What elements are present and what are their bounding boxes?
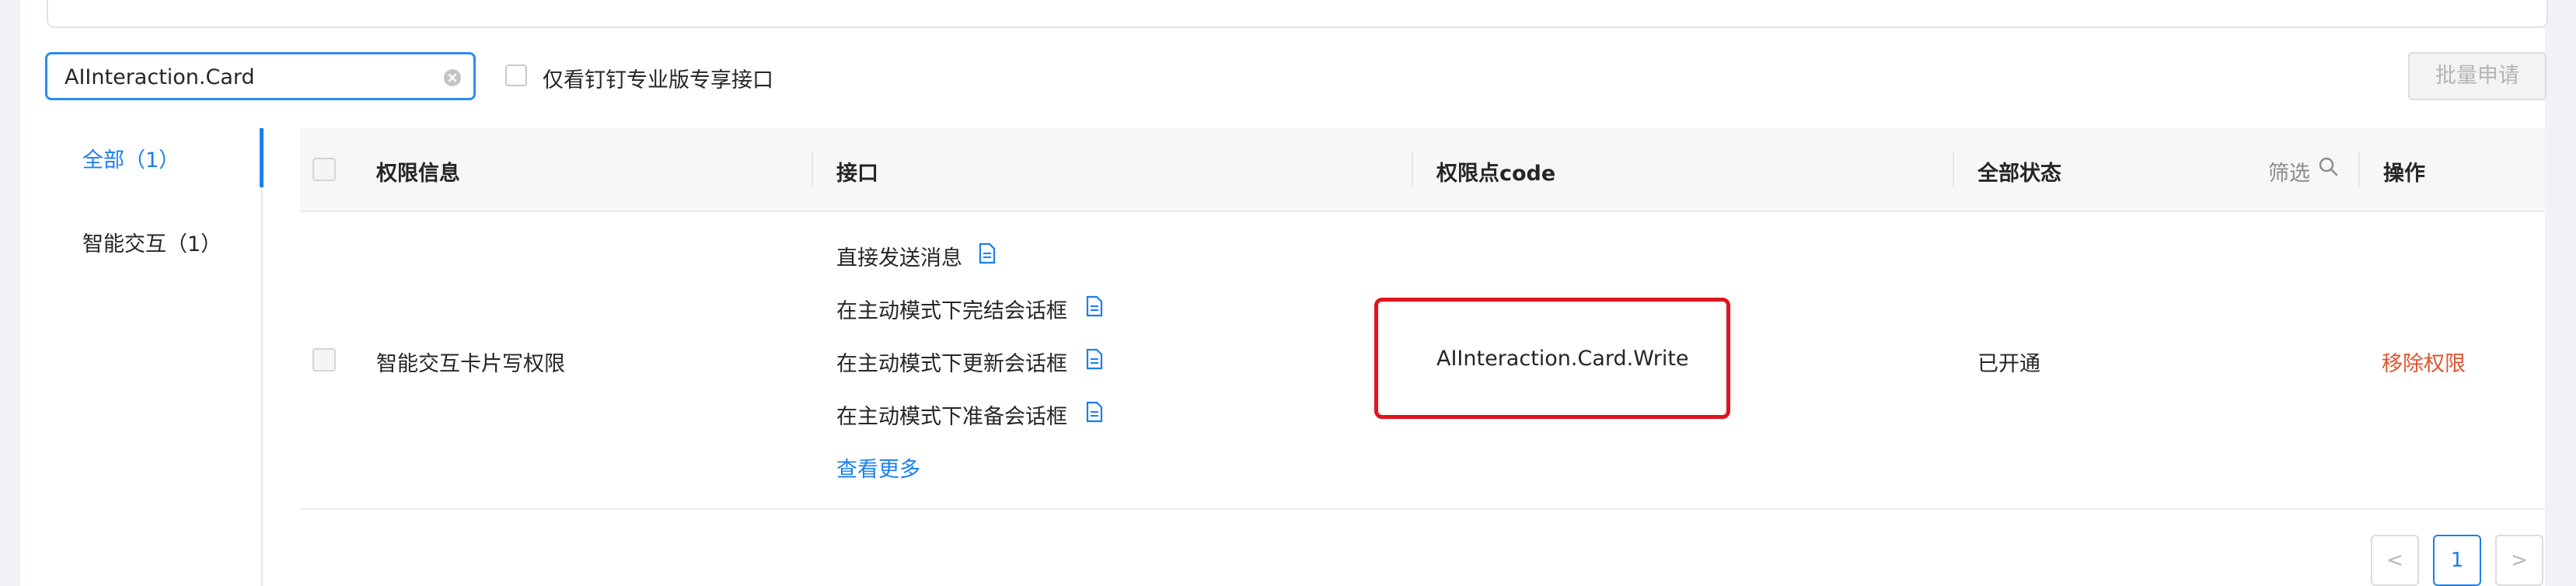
highlight-box — [1374, 298, 1730, 419]
header-separator — [1953, 152, 1954, 187]
sidebar-active-indicator — [260, 128, 264, 187]
sidebar-item-ai-interaction[interactable]: 智能交互（1） — [82, 227, 222, 257]
remove-permission-link[interactable]: 移除权限 — [2382, 347, 2466, 377]
document-icon[interactable] — [978, 242, 997, 264]
top-container — [47, 0, 2548, 28]
api-link[interactable]: 在主动模式下准备会话框 — [836, 399, 1067, 430]
header-action: 操作 — [2383, 162, 2425, 186]
header-separator — [812, 152, 813, 187]
status-cell: 已开通 — [1977, 352, 2040, 376]
api-link[interactable]: 直接发送消息 — [836, 241, 962, 271]
prev-page-button[interactable]: < — [2371, 535, 2419, 586]
clear-icon[interactable] — [442, 68, 462, 88]
next-page-button[interactable]: > — [2495, 535, 2543, 586]
table-header: 权限信息 接口 权限点code 全部状态 筛选 操作 — [300, 128, 2545, 211]
search-icon[interactable] — [2318, 156, 2340, 178]
search-input-value[interactable]: AIInteraction.Card — [65, 65, 255, 89]
batch-apply-button[interactable]: 批量申请 — [2408, 52, 2546, 100]
row-divider — [300, 211, 2545, 212]
page-1-button[interactable]: 1 — [2433, 535, 2481, 586]
select-all-checkbox[interactable] — [312, 158, 336, 181]
sidebar-item-all[interactable]: 全部（1） — [82, 143, 180, 173]
row-checkbox[interactable] — [312, 348, 336, 371]
header-permission-info: 权限信息 — [376, 162, 460, 186]
header-separator — [1412, 152, 1413, 187]
status-filter-label[interactable]: 筛选 — [2268, 156, 2310, 187]
sidebar-divider — [261, 128, 263, 586]
search-input[interactable]: AIInteraction.Card — [45, 52, 476, 100]
permission-info-cell: 智能交互卡片写权限 — [376, 352, 565, 376]
pro-only-checkbox[interactable] — [505, 65, 527, 86]
pro-only-label[interactable]: 仅看钉钉专业版专享接口 — [543, 63, 773, 93]
header-separator — [2358, 152, 2360, 187]
api-link[interactable]: 在主动模式下完结会话框 — [836, 294, 1067, 324]
view-more-link[interactable]: 查看更多 — [836, 452, 920, 483]
document-icon[interactable] — [1085, 401, 1104, 423]
api-link[interactable]: 在主动模式下更新会话框 — [836, 347, 1067, 377]
header-status: 全部状态 — [1977, 162, 2061, 186]
document-icon[interactable] — [1085, 295, 1104, 317]
document-icon[interactable] — [1085, 348, 1104, 370]
header-code: 权限点code — [1436, 162, 1556, 186]
row-divider — [300, 508, 2545, 510]
header-api: 接口 — [836, 162, 878, 186]
